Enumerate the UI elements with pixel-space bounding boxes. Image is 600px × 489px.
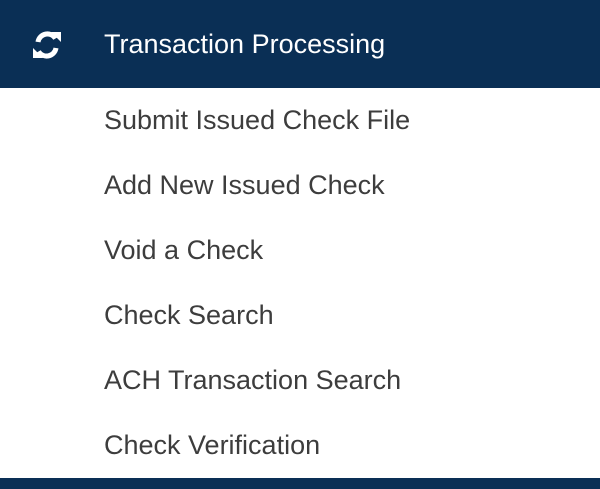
menu-item-add-new-issued-check[interactable]: Add New Issued Check — [104, 165, 385, 205]
menu-item-submit-issued-check-file[interactable]: Submit Issued Check File — [104, 100, 410, 140]
menu-item-check-search[interactable]: Check Search — [104, 295, 274, 335]
refresh-icon — [33, 31, 61, 59]
menu-item-ach-transaction-search[interactable]: ACH Transaction Search — [104, 360, 401, 400]
transaction-processing-menu: Transaction Processing Submit Issued Che… — [0, 0, 600, 489]
menu-header-transaction-processing[interactable]: Transaction Processing — [0, 0, 600, 88]
next-menu-section-edge — [0, 478, 600, 489]
menu-header-label: Transaction Processing — [104, 29, 386, 59]
menu-item-check-verification[interactable]: Check Verification — [104, 425, 320, 465]
menu-item-void-a-check[interactable]: Void a Check — [104, 230, 263, 270]
